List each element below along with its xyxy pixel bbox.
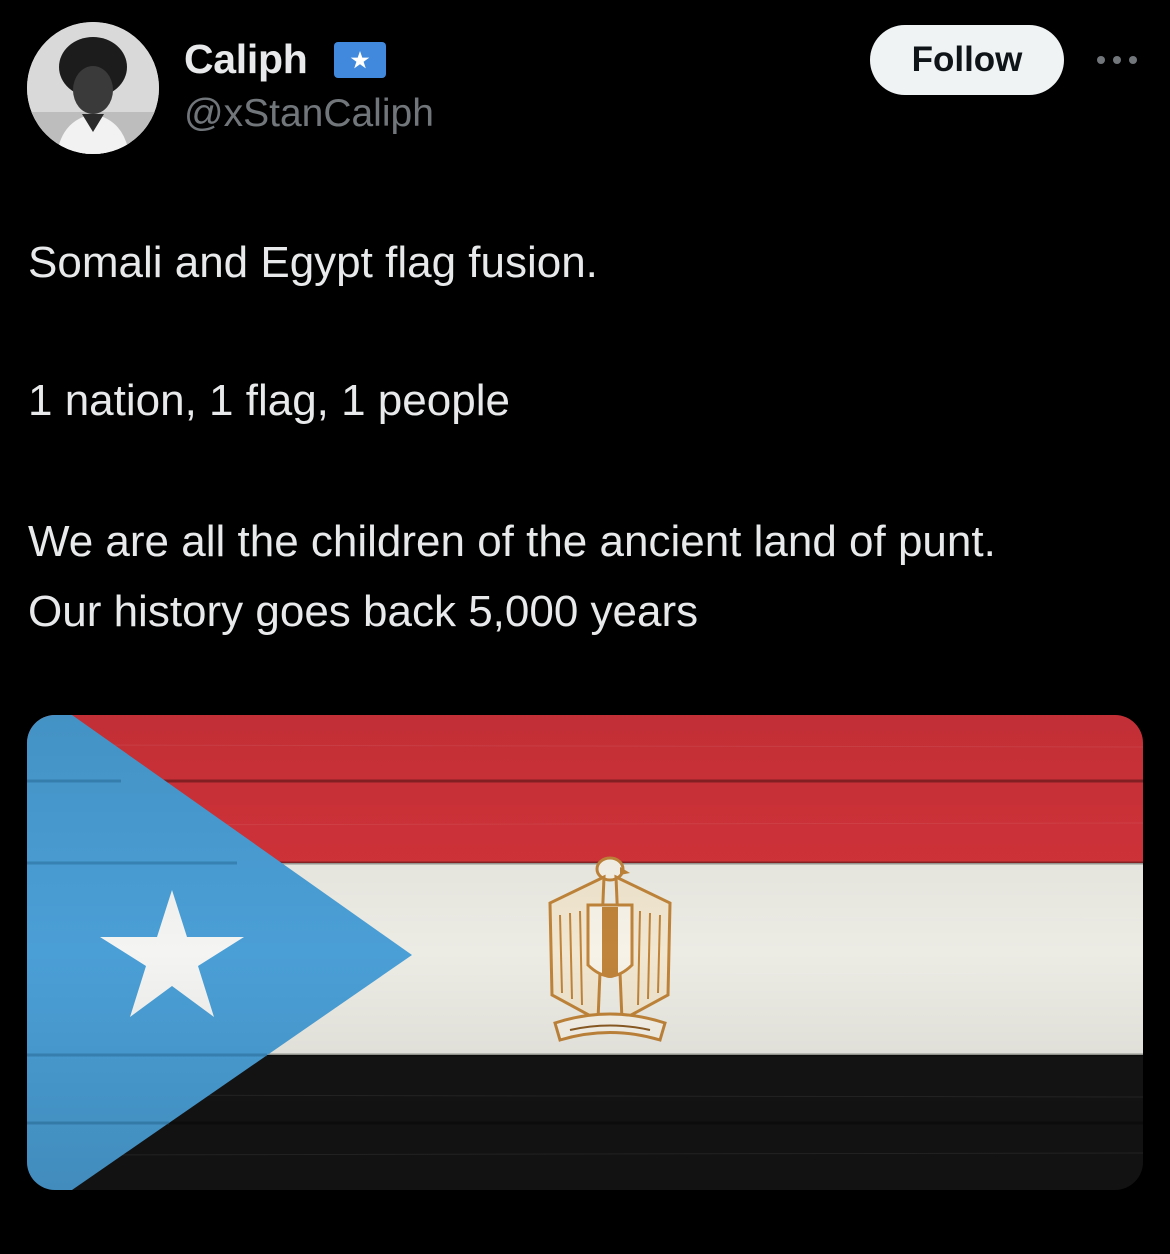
avatar[interactable] <box>27 22 159 154</box>
follow-button[interactable]: Follow <box>870 25 1064 95</box>
tweet-media[interactable] <box>27 715 1143 1190</box>
tweet-text-line-2: 1 nation, 1 flag, 1 people <box>28 376 510 425</box>
user-handle[interactable]: @xStanCaliph <box>184 92 434 136</box>
tweet-text-line-3: We are all the children of the ancient l… <box>28 517 996 636</box>
somalia-flag-icon <box>334 42 386 78</box>
avatar-image <box>27 22 159 154</box>
more-dots-icon[interactable] <box>1094 50 1140 70</box>
display-name[interactable]: Caliph <box>184 36 308 83</box>
tweet-text-line-1: Somali and Egypt flag fusion. <box>28 238 598 287</box>
flag-fusion-image <box>27 715 1143 1190</box>
